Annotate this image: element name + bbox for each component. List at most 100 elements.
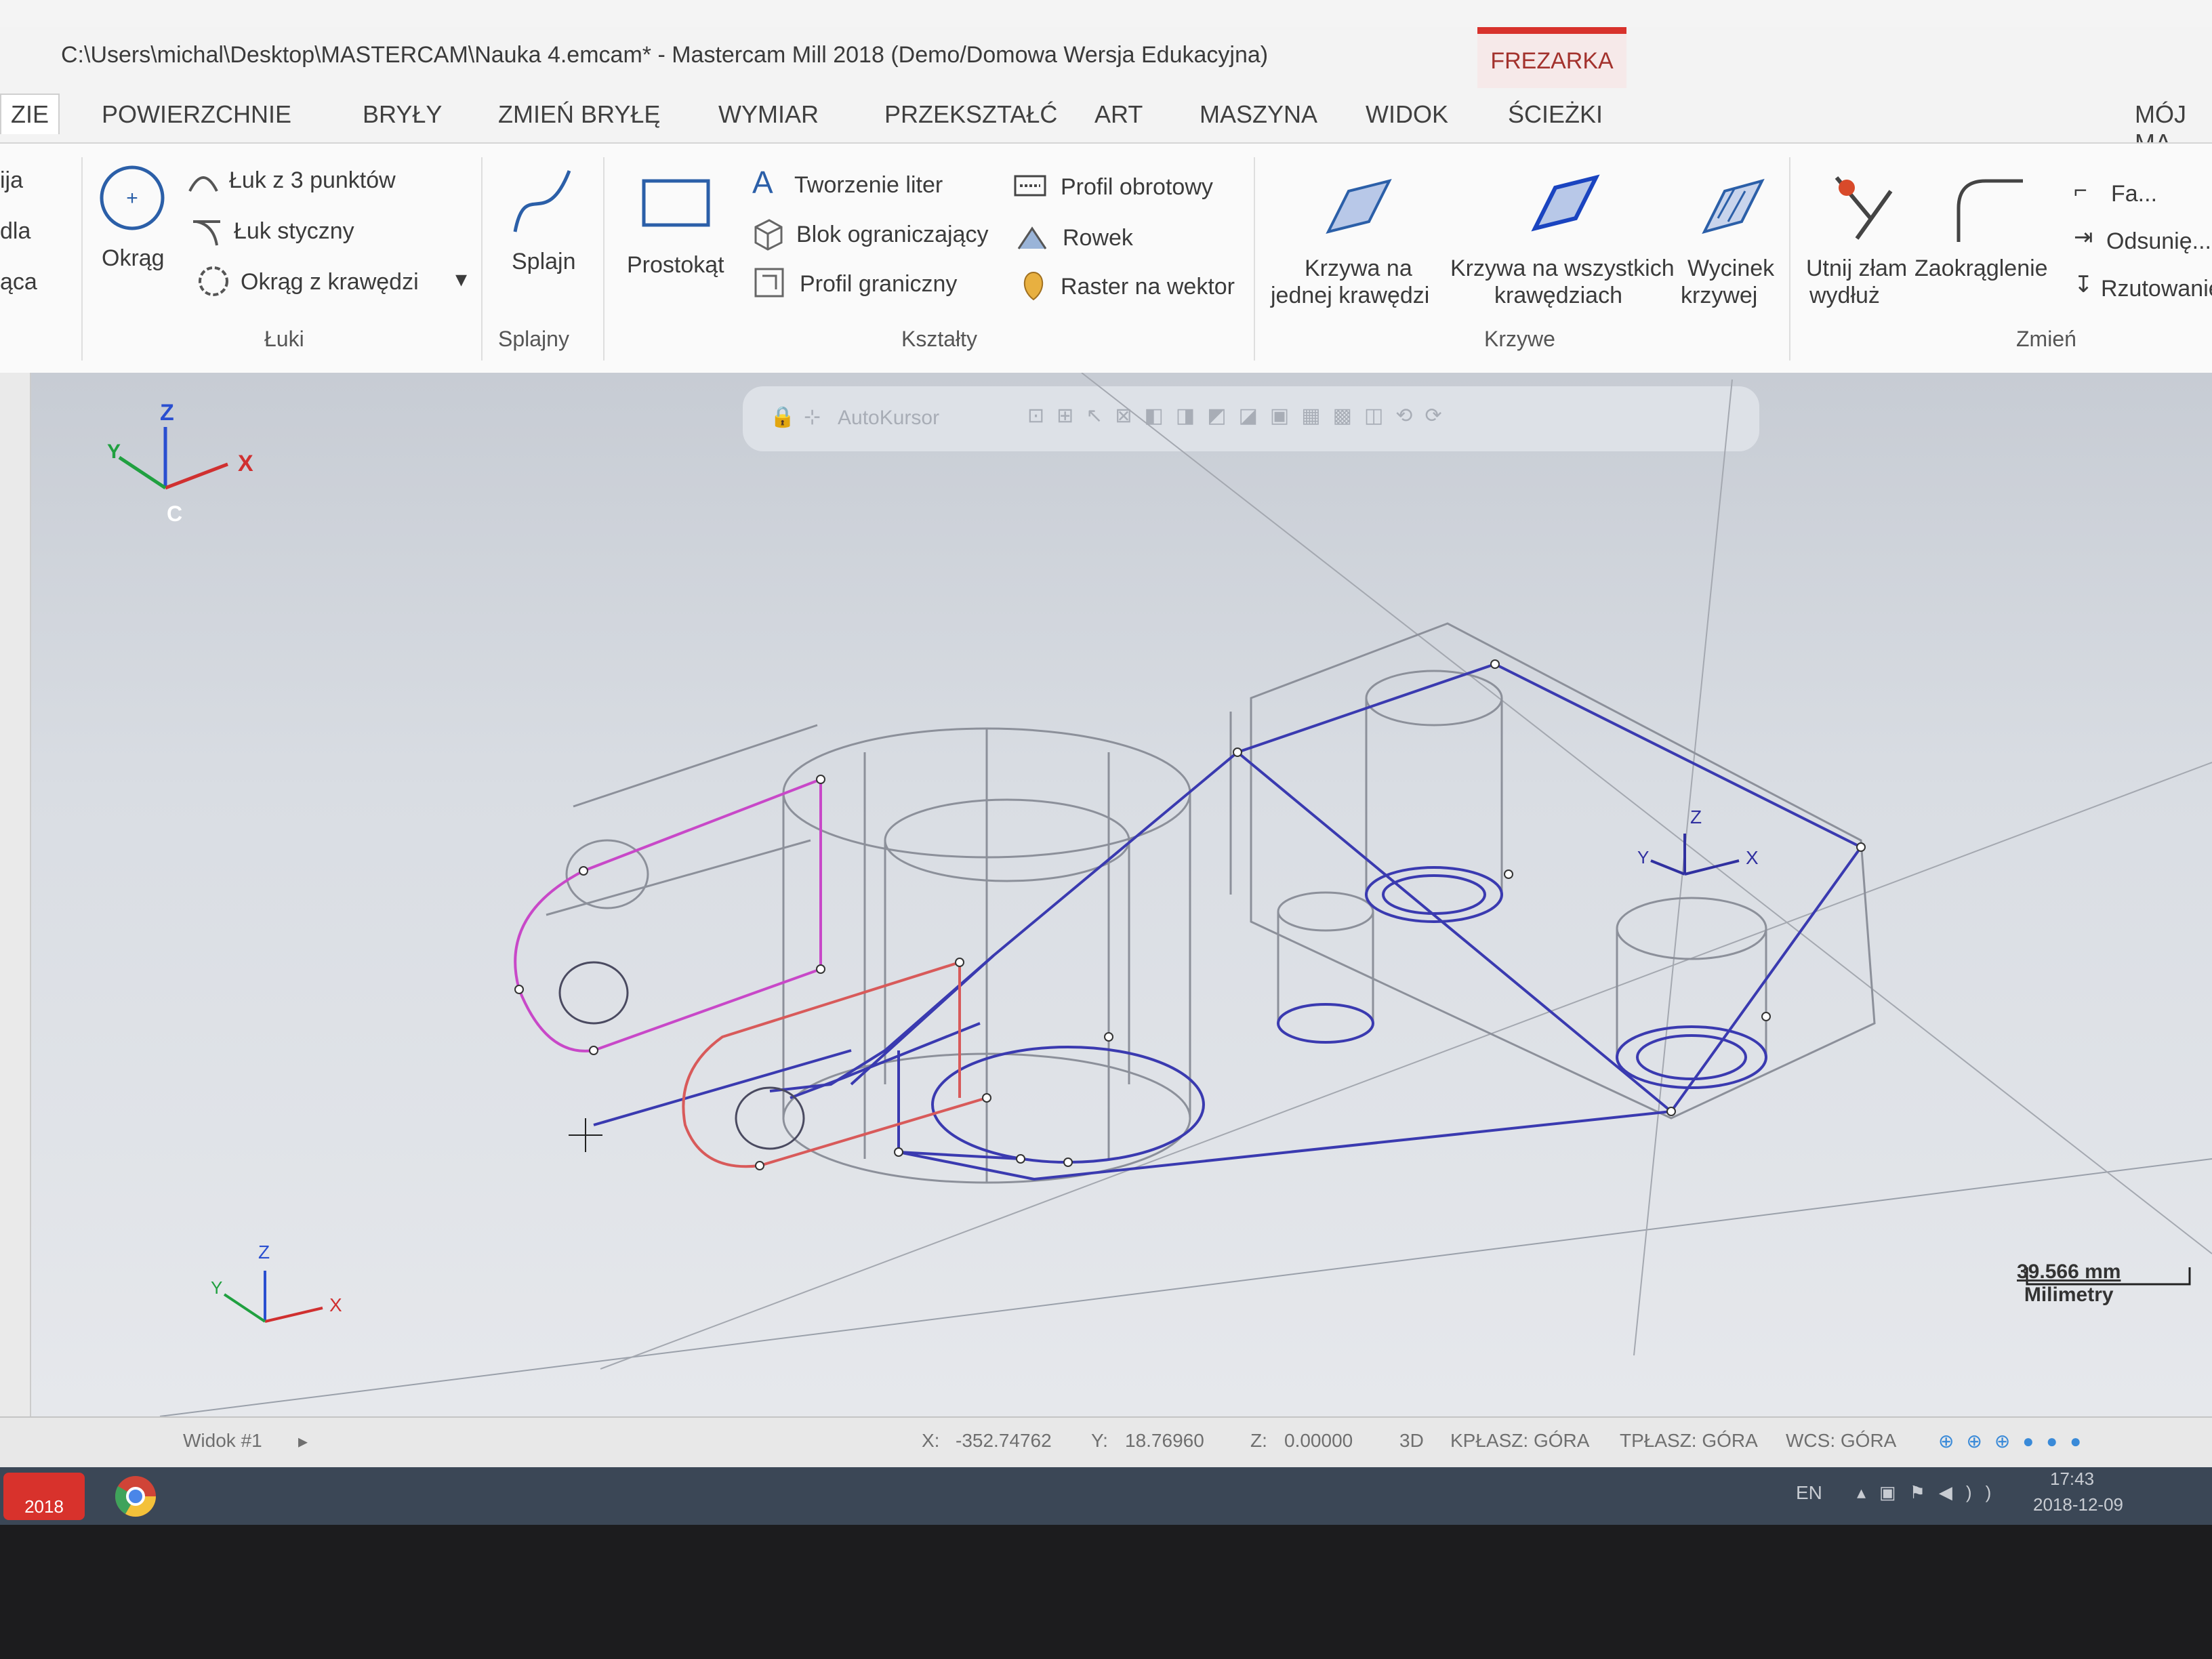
view-gnomon-top: [118, 427, 228, 490]
curve-all-edges-label-2[interactable]: krawędziach: [1494, 283, 1622, 309]
revolve-profile-icon: [1014, 175, 1046, 197]
chrome-taskbar-icon[interactable]: [95, 1473, 176, 1520]
project-icon: ↧: [2074, 272, 2093, 298]
view-gnomon-bottom: [223, 1271, 323, 1323]
spline-icon: [513, 170, 571, 232]
tab-surfaces[interactable]: POWIERZCHNIE: [102, 100, 291, 129]
circle-icon: +: [100, 165, 165, 230]
construction-plane[interactable]: KPŁASZ: GÓRA: [1450, 1430, 1589, 1452]
mastercam-version: 2018: [24, 1496, 64, 1517]
tab-toolpaths[interactable]: ŚCIEŻKI: [1508, 100, 1603, 129]
tab-solids[interactable]: BRYŁY: [363, 100, 442, 129]
rectangle-icon: [642, 179, 710, 227]
circle-from-edge-button[interactable]: Okrąg z krawędzi: [241, 269, 419, 295]
curve-one-edge-label-1[interactable]: Krzywa na: [1305, 255, 1412, 282]
circle-edge-icon: [199, 266, 228, 296]
group-label-shapes: Kształty: [901, 327, 978, 351]
cut-label-1[interactable]: ija: [0, 167, 23, 194]
clock-date[interactable]: 2018-12-09: [2033, 1494, 2123, 1515]
curve-cutout-label-1[interactable]: Wycinek: [1687, 255, 1774, 282]
tab-home[interactable]: ZIE: [0, 94, 60, 134]
project-button[interactable]: Rzutowanie: [2101, 276, 2212, 302]
y-coordinate: 18.76960: [1125, 1430, 1204, 1451]
tab-transform[interactable]: PRZEKSZTAŁĆ: [884, 100, 1057, 129]
tab-modify-solid[interactable]: ZMIEŃ BRYŁĘ: [498, 100, 660, 129]
create-letters-button[interactable]: Tworzenie liter: [794, 172, 943, 199]
trim-break-extend-icon: [1835, 176, 1893, 240]
curve-all-edges-label-1[interactable]: Krzywa na wszystkich: [1450, 255, 1675, 282]
groove-icon: [1017, 226, 1047, 249]
chevron-down-icon[interactable]: ▾: [455, 266, 467, 293]
svg-text:+: +: [126, 187, 138, 209]
screen: C:\Users\michal\Desktop\MASTERCAM\Nauka …: [0, 0, 2212, 1525]
trim-label-2[interactable]: wydłuż: [1809, 283, 1880, 309]
model-gnomon-x-label: X: [1746, 847, 1759, 868]
chamfer-icon: ⌐: [2074, 178, 2087, 203]
tab-art[interactable]: ART: [1094, 100, 1143, 129]
cut-label-2[interactable]: dla: [0, 218, 30, 245]
chevron-right-icon[interactable]: ▸: [298, 1430, 308, 1452]
z-coordinate: 0.00000: [1284, 1430, 1353, 1451]
tray-icons[interactable]: ▴▣⚑◀)): [1857, 1482, 2005, 1503]
curve-all-edges-icon: [1531, 174, 1600, 232]
ribbon-tabs: ZIE POWIERZCHNIE BRYŁY ZMIEŃ BRYŁĘ WYMIA…: [0, 88, 2212, 157]
wcs[interactable]: WCS: GÓRA: [1786, 1430, 1896, 1452]
language-indicator[interactable]: EN: [1796, 1482, 1822, 1504]
curve-cutout-label-2[interactable]: krzywej: [1681, 283, 1757, 309]
clock-time[interactable]: 17:43: [2050, 1469, 2094, 1490]
mode-3d[interactable]: 3D: [1399, 1430, 1424, 1452]
view-globe-icons[interactable]: ⊕⊕⊕●●●: [1938, 1430, 2093, 1452]
scale-value: 39.566 mm: [2017, 1261, 2121, 1283]
graphics-viewport[interactable]: 🔒 ⊹ AutoKursor ⊡⊞↖⊠◧◨◩◪▣▦▩◫⟲⟳ Z Y X C Z …: [31, 373, 2212, 1416]
group-label-curves: Krzywe: [1484, 327, 1555, 351]
taskbar: 2018 EN ▴▣⚑◀)) 17:43 2018-12-09: [0, 1467, 2212, 1525]
mastercam-taskbar-icon[interactable]: 2018: [3, 1473, 85, 1520]
group-label-splines: Splajny: [498, 327, 569, 351]
x-label: X:: [922, 1430, 940, 1451]
arc-3-points-button[interactable]: Łuk z 3 punktów: [229, 167, 396, 194]
bounding-box-icon: [754, 219, 783, 251]
gnomon-x-label: X: [238, 451, 253, 476]
raster-to-vector-button[interactable]: Raster na wektor: [1061, 274, 1235, 300]
context-tab-frezarka[interactable]: FREZARKA: [1477, 27, 1626, 88]
model-drawing: [118, 373, 2212, 1416]
title-bar: C:\Users\michal\Desktop\MASTERCAM\Nauka …: [0, 27, 2212, 88]
separator: [1789, 157, 1790, 361]
offset-button[interactable]: Odsunię...: [2106, 228, 2211, 255]
fillet-button[interactable]: Zaokrąglenie: [1914, 255, 2048, 282]
ribbon: ija dla ąca + Okrąg Łuk z 3 punktów Łuk …: [0, 142, 2212, 375]
group-label-modify: Zmień: [2016, 327, 2076, 351]
scale-indicator: 39.566 mm Milimetry: [2017, 1261, 2121, 1307]
scale-unit: Milimetry: [2024, 1284, 2114, 1306]
geometry-red: [682, 961, 987, 1168]
arc-tangent-button[interactable]: Łuk styczny: [234, 218, 354, 245]
chamfer-button[interactable]: Fa...: [2111, 181, 2157, 207]
wireframe-gray: [546, 622, 1876, 1184]
groove-button[interactable]: Rowek: [1063, 225, 1133, 251]
revolve-profile-button[interactable]: Profil obrotowy: [1061, 174, 1213, 201]
boundary-profile-button[interactable]: Profil graniczny: [800, 271, 957, 298]
model-gnomon-z-label: Z: [1690, 806, 1702, 827]
offset-icon: ⇥: [2074, 224, 2093, 250]
model-gnomon-y-label: Y: [1637, 847, 1650, 867]
group-label-arcs: Łuki: [264, 327, 304, 351]
tab-dimension[interactable]: WYMIAR: [718, 100, 819, 129]
trim-label-1[interactable]: Utnij złam: [1806, 255, 1907, 282]
fillet-icon: [1957, 179, 2023, 242]
curve-one-edge-icon: [1326, 179, 1392, 234]
cut-label-3[interactable]: ąca: [0, 269, 37, 295]
circle-button[interactable]: Okrąg: [102, 245, 165, 272]
left-panel[interactable]: [0, 373, 31, 1423]
gnomon-bottom-z-label: Z: [258, 1242, 270, 1263]
spline-button[interactable]: Splajn: [512, 249, 576, 275]
tool-plane[interactable]: TPŁASZ: GÓRA: [1620, 1430, 1758, 1452]
tab-machine[interactable]: MASZYNA: [1200, 100, 1317, 129]
rectangle-button[interactable]: Prostokąt: [627, 252, 724, 279]
curve-one-edge-label-2[interactable]: jednej krawędzi: [1271, 283, 1429, 309]
tab-view[interactable]: WIDOK: [1366, 100, 1448, 129]
window-title: C:\Users\michal\Desktop\MASTERCAM\Nauka …: [61, 42, 1269, 68]
gnomon-z-label: Z: [160, 400, 174, 426]
separator: [481, 157, 483, 361]
view-name[interactable]: Widok #1: [183, 1430, 262, 1452]
bounding-box-button[interactable]: Blok ograniczający: [796, 222, 988, 248]
